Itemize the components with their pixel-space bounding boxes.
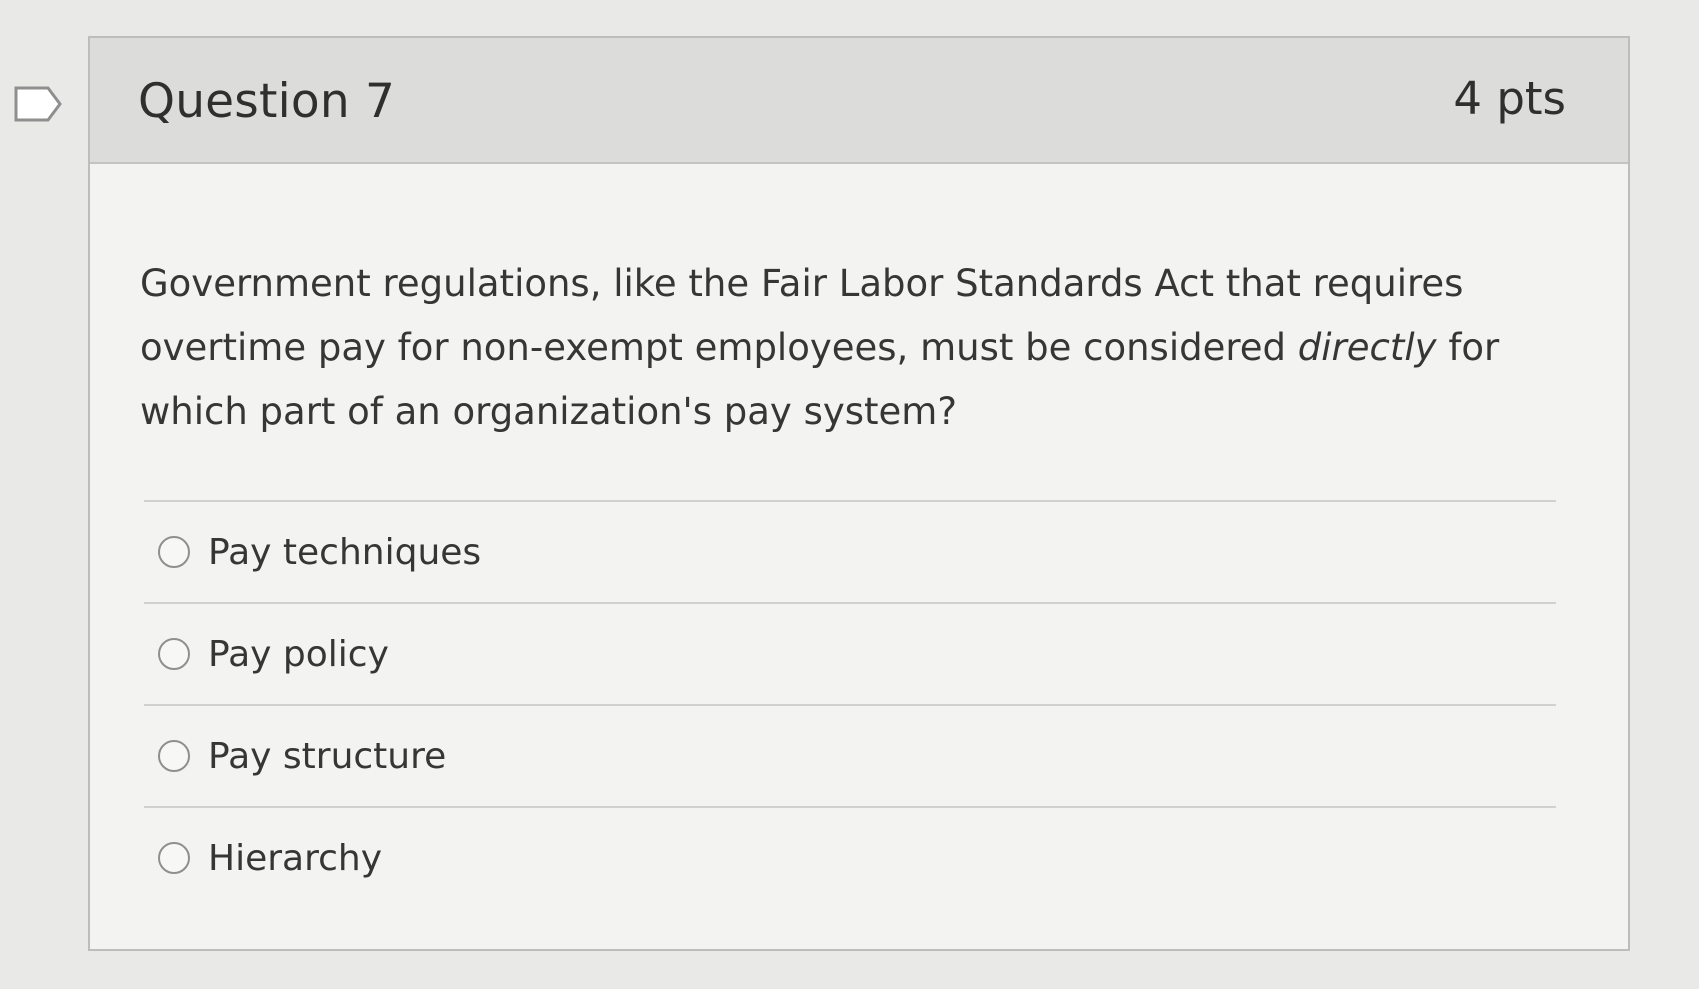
question-header: Question 7 4 pts [90,38,1628,164]
question-text-before: Government regulations, like the Fair La… [140,262,1464,369]
radio-button-icon[interactable] [158,536,190,568]
radio-button-icon[interactable] [158,740,190,772]
question-text: Government regulations, like the Fair La… [140,252,1500,444]
answer-option-pay-techniques[interactable]: Pay techniques [144,500,1556,602]
question-title: Question 7 [138,74,396,129]
radio-button-icon[interactable] [158,638,190,670]
answer-label: Pay techniques [208,531,482,573]
answer-label: Pay policy [208,633,389,675]
answer-list: Pay techniques Pay policy Pay structure … [144,500,1556,908]
bookmark-flag-icon[interactable] [14,86,64,122]
answer-option-hierarchy[interactable]: Hierarchy [144,806,1556,908]
radio-button-icon[interactable] [158,842,190,874]
answer-option-pay-structure[interactable]: Pay structure [144,704,1556,806]
answer-label: Hierarchy [208,837,383,879]
question-card: Question 7 4 pts Government regulations,… [88,36,1630,951]
question-points: 4 pts [1453,72,1566,125]
answer-option-pay-policy[interactable]: Pay policy [144,602,1556,704]
answer-label: Pay structure [208,735,447,777]
question-text-emphasis: directly [1297,326,1437,369]
